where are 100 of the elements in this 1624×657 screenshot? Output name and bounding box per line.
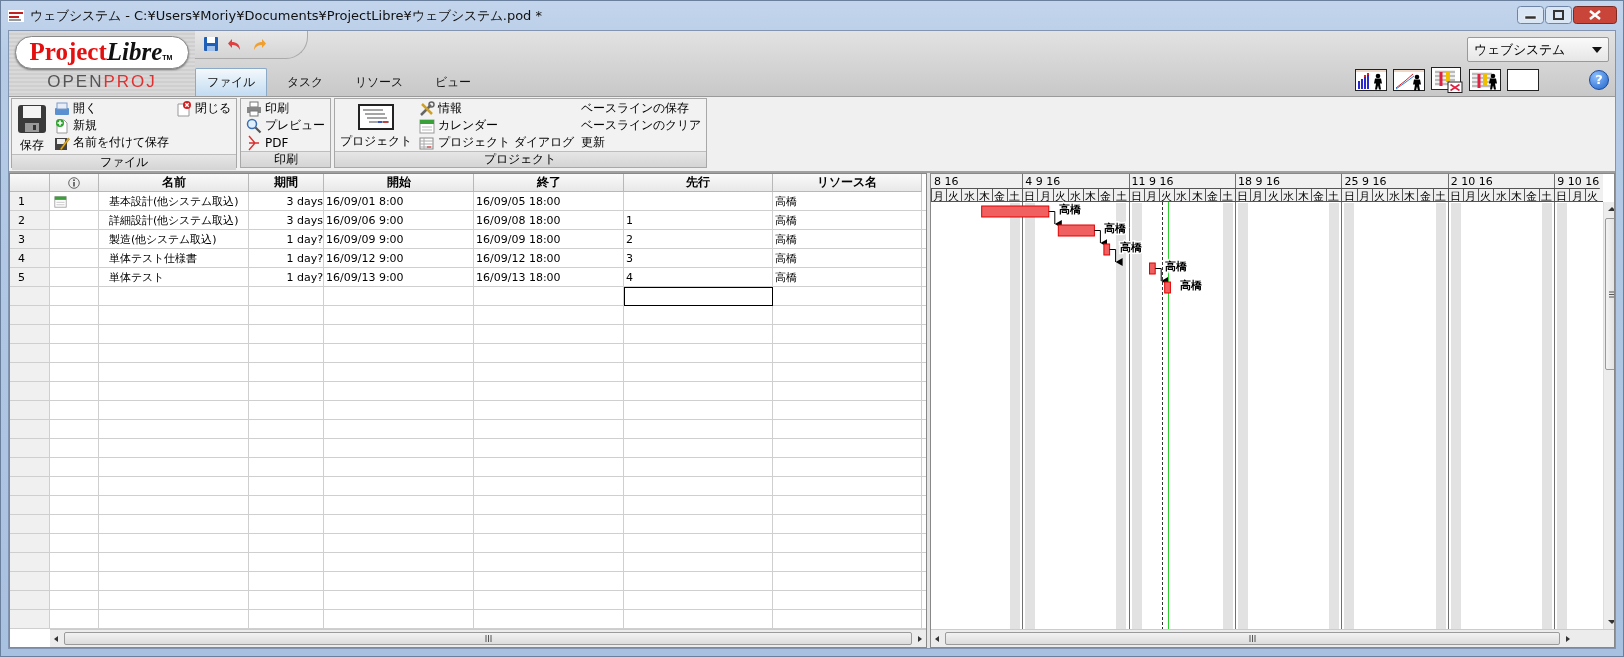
day-label: 水 xyxy=(1389,189,1401,203)
day-label: 木 xyxy=(1085,189,1097,203)
table-cell: 1 xyxy=(626,214,633,227)
week-label: 11 9 16 xyxy=(1131,175,1174,188)
ribbon-button[interactable]: 更新 xyxy=(578,134,703,151)
scrollbar-thumb[interactable] xyxy=(945,632,1560,645)
day-label: 土 xyxy=(1328,189,1340,203)
day-label: 土 xyxy=(1434,189,1446,203)
day-label: 水 xyxy=(963,189,975,203)
bar-chart-person-icon[interactable] xyxy=(1355,69,1387,91)
day-label: 土 xyxy=(1115,189,1127,203)
task-bar[interactable] xyxy=(1103,243,1111,256)
blank-view-icon[interactable] xyxy=(1507,69,1539,91)
ribbon-button[interactable]: 保存 xyxy=(15,100,49,154)
ribbon-button[interactable]: プロジェクト ダイアログ xyxy=(417,134,576,151)
ribbon-button[interactable]: プレビュー xyxy=(244,117,327,134)
table-cell: 高橋 xyxy=(775,194,797,209)
table-cell: 1 day? xyxy=(286,271,323,284)
table-cell: 3 days xyxy=(286,214,323,227)
maximize-button[interactable] xyxy=(1545,6,1572,24)
row-number[interactable]: 2 xyxy=(10,211,50,230)
ribbon-button[interactable]: 印刷 xyxy=(244,100,327,117)
table-cell: 16/09/09 9:00 xyxy=(326,233,404,246)
day-label: 月 xyxy=(1145,189,1157,203)
ribbon-tab[interactable]: ファイル xyxy=(195,68,267,96)
table-cell: 単体テスト xyxy=(109,270,164,285)
ribbon-button[interactable]: 情報 xyxy=(417,100,576,117)
table-cell: 16/09/09 18:00 xyxy=(476,233,561,246)
table-cell: 16/09/06 9:00 xyxy=(326,214,404,227)
ribbon-tab[interactable]: リソース xyxy=(343,68,415,96)
ribbon-tab[interactable]: ビュー xyxy=(423,68,483,96)
calendar-icon xyxy=(419,117,435,134)
column-header[interactable]: 終了 xyxy=(474,174,624,192)
task-bar[interactable] xyxy=(1164,281,1171,294)
row-number[interactable]: 3 xyxy=(10,230,50,249)
day-label: 月 xyxy=(1252,189,1264,203)
ribbon-button[interactable]: PDF xyxy=(244,134,327,151)
project-dropdown[interactable]: ウェブシステム xyxy=(1467,37,1609,62)
row-number[interactable]: 4 xyxy=(10,249,50,268)
day-label: 木 xyxy=(1191,189,1203,203)
day-label: 金 xyxy=(1419,189,1431,203)
resource-label: 高橋 xyxy=(1058,202,1081,216)
ribbon-button[interactable]: 新規 xyxy=(52,117,171,134)
table-cell: 基本設計(他システム取込) xyxy=(109,194,239,209)
close-document-icon xyxy=(176,100,192,117)
column-header[interactable]: 開始 xyxy=(324,174,474,192)
column-header[interactable] xyxy=(50,174,99,192)
day-label: 金 xyxy=(993,189,1005,203)
line-chart-person-icon[interactable] xyxy=(1393,69,1425,91)
app-icon xyxy=(8,9,24,22)
day-label: 火 xyxy=(1586,189,1598,203)
scrollbar-thumb[interactable] xyxy=(64,632,912,645)
day-label: 火 xyxy=(1161,189,1173,203)
close-button[interactable] xyxy=(1573,6,1617,24)
day-label: 木 xyxy=(978,189,990,203)
info-icon xyxy=(68,176,80,189)
gantt-chart-icon xyxy=(358,104,394,130)
ribbon-button[interactable]: ベースラインの保存 xyxy=(578,100,703,117)
ribbon-button[interactable]: 名前を付けて保存 xyxy=(52,134,171,151)
horizontal-scrollbar[interactable] xyxy=(931,629,1614,647)
group-title: ファイル xyxy=(12,154,236,170)
ribbon-button[interactable]: 閉じる xyxy=(174,100,233,117)
column-header[interactable]: リソース名 xyxy=(773,174,922,192)
column-header[interactable]: 期間 xyxy=(249,174,324,192)
column-header[interactable]: 先行 xyxy=(624,174,773,192)
table-icon xyxy=(419,134,435,151)
day-label: 金 xyxy=(1525,189,1537,203)
table-person-icon[interactable] xyxy=(1469,69,1501,91)
ribbon-button[interactable]: カレンダー xyxy=(417,117,576,134)
day-label: 土 xyxy=(1009,189,1021,203)
day-label: 土 xyxy=(1221,189,1233,203)
row-number[interactable]: 1 xyxy=(10,192,50,211)
week-label: 8 16 xyxy=(934,175,959,188)
row-number[interactable]: 5 xyxy=(10,268,50,287)
table-cell: 2 xyxy=(626,233,633,246)
day-label: 日 xyxy=(1449,189,1461,203)
day-label: 火 xyxy=(1373,189,1385,203)
tray-icon xyxy=(54,101,70,116)
ribbon-button[interactable]: プロジェクト xyxy=(338,100,414,151)
day-label: 火 xyxy=(948,189,960,203)
day-label: 木 xyxy=(1404,189,1416,203)
table-cross-icon[interactable] xyxy=(1431,67,1463,93)
ribbon-button[interactable]: ベースラインのクリア xyxy=(578,117,703,134)
group-title: プロジェクト xyxy=(335,151,706,167)
week-label: 25 9 16 xyxy=(1344,175,1387,188)
resource-label: 高橋 xyxy=(1119,240,1142,254)
selected-cell[interactable] xyxy=(624,287,773,306)
magnifier-icon xyxy=(246,117,262,134)
minimize-button[interactable] xyxy=(1517,6,1544,24)
gripper-icon xyxy=(1608,290,1614,298)
day-label: 金 xyxy=(1313,189,1325,203)
horizontal-scrollbar[interactable] xyxy=(50,629,926,647)
ribbon-tab[interactable]: タスク xyxy=(275,68,335,96)
save-icon[interactable] xyxy=(203,36,219,52)
ribbon-button[interactable]: 開く xyxy=(52,100,171,117)
table-cell: 高橋 xyxy=(775,251,797,266)
day-label: 金 xyxy=(1100,189,1112,203)
column-header[interactable]: 名前 xyxy=(99,174,249,192)
day-label: 月 xyxy=(1358,189,1370,203)
group-title: 印刷 xyxy=(241,151,330,167)
